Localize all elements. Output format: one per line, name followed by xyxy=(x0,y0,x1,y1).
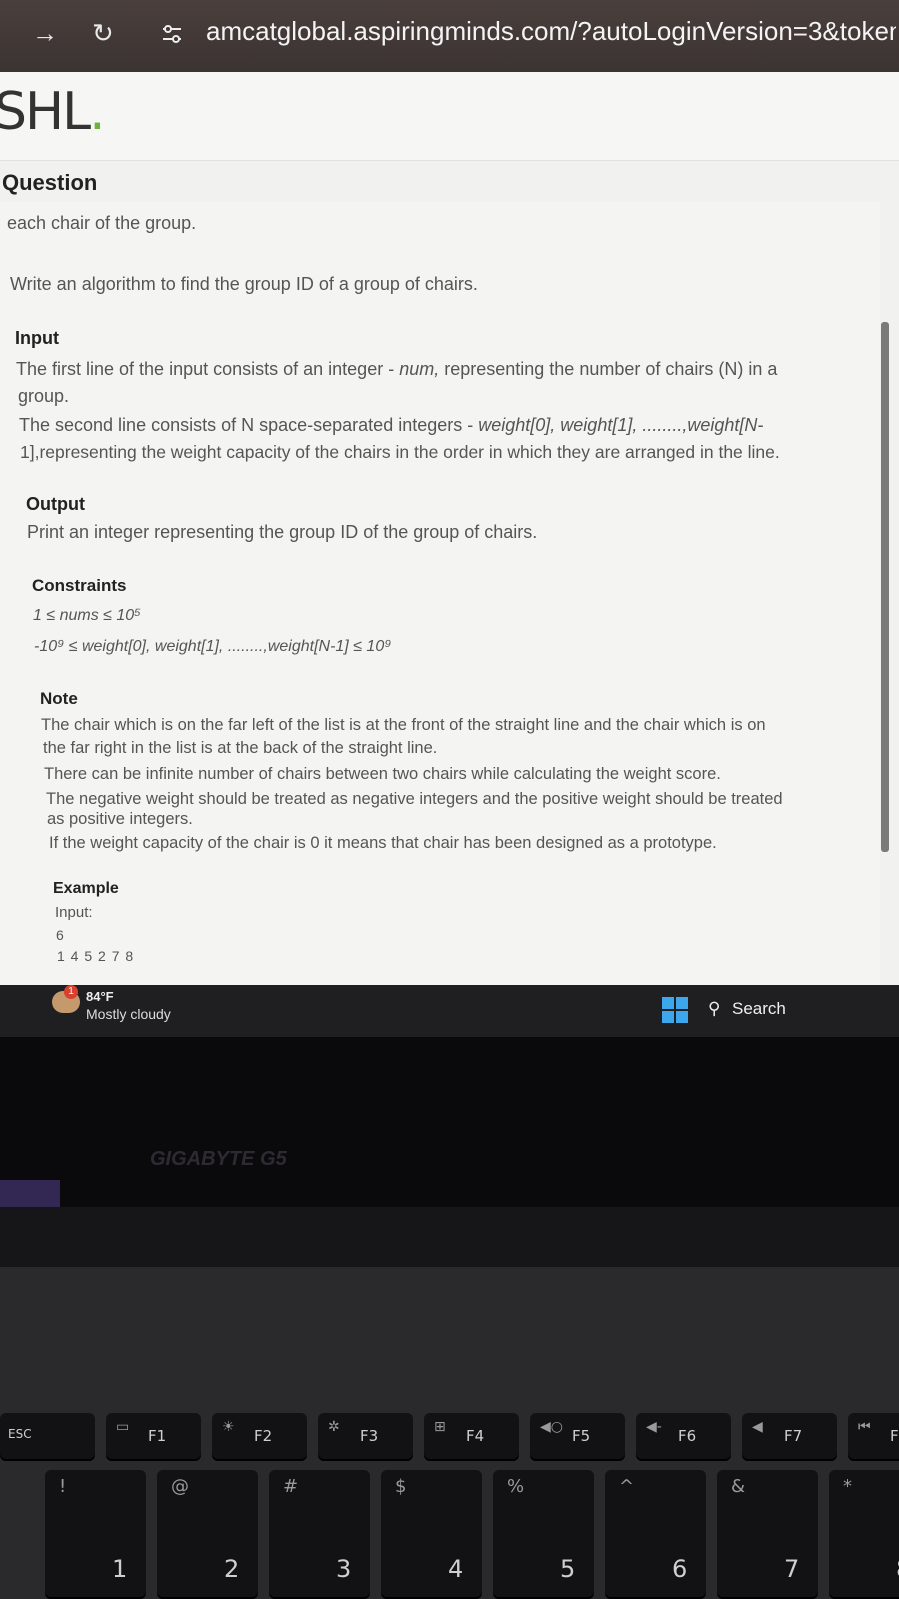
input-heading: Input xyxy=(15,328,59,348)
laptop-bezel xyxy=(0,1037,899,1207)
input-text-line: The first line of the input consists of … xyxy=(16,359,778,379)
note-line: There can be infinite number of chairs b… xyxy=(44,765,721,783)
key-label: F3 xyxy=(360,1427,379,1445)
num-key-8[interactable]: *8 xyxy=(829,1470,899,1599)
note-line: The negative weight should be treated as… xyxy=(46,790,783,808)
fn-key-esc[interactable]: ESC xyxy=(0,1413,95,1461)
key-sub-label: ⏮ xyxy=(858,1419,871,1435)
site-settings-icon[interactable] xyxy=(160,22,184,46)
key-sub-label: % xyxy=(507,1476,525,1497)
key-sub-label: ⊞ xyxy=(434,1419,446,1435)
key-label: F2 xyxy=(254,1427,273,1445)
key-sub-label: ✲ xyxy=(328,1419,340,1435)
laptop-brand: GIGABYTE G5 xyxy=(150,1148,287,1170)
key-label: F7 xyxy=(784,1427,803,1445)
fn-key-f3[interactable]: ✲ F3 xyxy=(318,1413,413,1461)
key-sub-label: @ xyxy=(171,1476,189,1497)
key-label: F4 xyxy=(466,1427,485,1445)
fn-key-f7[interactable]: ◀ F7 xyxy=(742,1413,837,1461)
key-label: F5 xyxy=(572,1427,591,1445)
laptop-hinge xyxy=(0,1207,899,1267)
key-sub-label: # xyxy=(283,1476,299,1497)
question-heading: Question xyxy=(2,170,98,195)
question-panel: each chair of the group. Write an algori… xyxy=(0,202,880,990)
example-input-line: 1 4 5 2 7 8 xyxy=(57,948,135,964)
fn-key-f2[interactable]: ☀ F2 xyxy=(212,1413,307,1461)
constraint-line: 1 ≤ nums ≤ 10⁵ xyxy=(33,607,141,624)
key-sub-label: ! xyxy=(59,1476,67,1497)
constraint-line: -10⁹ ≤ weight[0], weight[1], ........,we… xyxy=(34,638,392,655)
output-heading: Output xyxy=(26,494,85,514)
num-key-3[interactable]: #3 xyxy=(269,1470,370,1599)
key-sub-label: ◀○ xyxy=(540,1419,563,1435)
reload-icon[interactable]: ↻ xyxy=(92,18,114,49)
num-key-4[interactable]: $4 xyxy=(381,1470,482,1599)
key-label: 3 xyxy=(336,1555,352,1583)
num-key-2[interactable]: @2 xyxy=(157,1470,258,1599)
key-sub-label: ☀ xyxy=(222,1419,235,1435)
windows-start-icon[interactable] xyxy=(662,997,688,1023)
weather-description[interactable]: Mostly cloudy xyxy=(86,1006,171,1022)
key-sub-label: ^ xyxy=(619,1476,635,1497)
key-sub-label: & xyxy=(731,1476,746,1497)
input-text-line: group. xyxy=(18,386,70,406)
num-key-1[interactable]: ! 1 xyxy=(45,1470,146,1599)
scrollbar[interactable] xyxy=(881,322,889,852)
weather-badge: 1 xyxy=(64,985,78,999)
key-label: 7 xyxy=(784,1555,800,1583)
taskbar: 1 84°F Mostly cloudy ⚲ Search xyxy=(0,985,899,1037)
input-text-line: The second line consists of N space-sepa… xyxy=(19,415,764,435)
key-label: 2 xyxy=(224,1555,240,1583)
key-label: F1 xyxy=(148,1427,167,1445)
constraints-heading: Constraints xyxy=(32,576,127,595)
key-sub-label: ◀- xyxy=(646,1419,662,1435)
num-key-7[interactable]: & 7 xyxy=(717,1470,818,1599)
weather-temperature[interactable]: 84°F xyxy=(86,989,114,1004)
key-label: 5 xyxy=(560,1555,576,1583)
key-label: 6 xyxy=(672,1555,688,1583)
fn-key-f4[interactable]: ⊞ F4 xyxy=(424,1413,519,1461)
fn-key-f5[interactable]: ◀○ F5 xyxy=(530,1413,625,1461)
search-label: Search xyxy=(732,999,786,1018)
logo: SHL. xyxy=(0,82,106,142)
example-heading: Example xyxy=(53,880,119,897)
num-key-5[interactable]: % 5 xyxy=(493,1470,594,1599)
output-text-line: Print an integer representing the group … xyxy=(27,522,538,542)
key-sub-label: * xyxy=(843,1476,852,1497)
num-key-6[interactable]: ^ 6 xyxy=(605,1470,706,1599)
key-label: ESC xyxy=(8,1427,32,1441)
note-heading: Note xyxy=(40,689,78,708)
fn-key-f8[interactable]: ⏮ F8 xyxy=(848,1413,899,1461)
example-input-line: 6 xyxy=(56,927,64,943)
key-sub-label: $ xyxy=(395,1476,407,1497)
key-label: 1 xyxy=(112,1555,128,1583)
taskbar-search-button[interactable]: ⚲ Search xyxy=(708,993,888,1027)
fn-key-f6[interactable]: ◀- F6 xyxy=(636,1413,731,1461)
search-icon: ⚲ xyxy=(708,999,721,1018)
note-line: If the weight capacity of the chair is 0… xyxy=(49,834,717,852)
header: SHL. xyxy=(0,72,899,161)
key-label: F8 xyxy=(890,1427,899,1445)
note-line: The chair which is on the far left of th… xyxy=(41,716,766,734)
key-label: 4 xyxy=(448,1555,464,1583)
note-line: the far right in the list is at the back… xyxy=(43,739,438,757)
question-text-line: Write an algorithm to find the group ID … xyxy=(10,274,478,294)
input-text-line: 1],representing the weight capacity of t… xyxy=(20,442,780,462)
forward-icon[interactable]: → xyxy=(32,18,58,49)
example-input-label: Input: xyxy=(55,904,93,921)
address-bar[interactable]: amcatglobal.aspiringminds.com/?autoLogin… xyxy=(206,16,896,47)
question-text-line: each chair of the group. xyxy=(7,213,197,233)
key-sub-label: ▭ xyxy=(116,1419,130,1435)
fn-key-f1[interactable]: ▭ F1 xyxy=(106,1413,201,1461)
browser-toolbar: → ↻ amcatglobal.aspiringminds.com/?autoL… xyxy=(0,0,899,72)
key-label: F6 xyxy=(678,1427,697,1445)
key-sub-label: ◀ xyxy=(752,1419,763,1435)
note-line: as positive integers. xyxy=(47,810,193,828)
web-page: SHL. Question each chair of the group. W… xyxy=(0,72,899,990)
